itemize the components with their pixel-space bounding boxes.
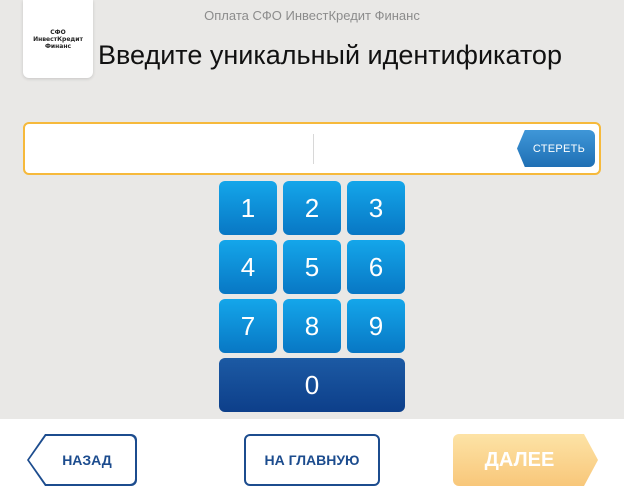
key-5[interactable]: 5 xyxy=(283,240,341,294)
back-button[interactable]: НАЗАД xyxy=(27,434,137,486)
key-7[interactable]: 7 xyxy=(219,299,277,353)
clear-button[interactable]: СТЕРЕТЬ xyxy=(517,130,595,167)
home-button[interactable]: НА ГЛАВНУЮ xyxy=(244,434,380,486)
key-2[interactable]: 2 xyxy=(283,181,341,235)
identifier-input[interactable]: СТЕРЕТЬ xyxy=(23,122,601,175)
text-caret xyxy=(313,134,314,164)
key-0[interactable]: 0 xyxy=(219,358,405,412)
org-title: Оплата СФО ИнвестКредит Финанс xyxy=(204,8,420,23)
key-6[interactable]: 6 xyxy=(347,240,405,294)
back-button-label: НАЗАД xyxy=(29,436,135,484)
page-title: Введите уникальный идентификатор xyxy=(98,40,562,70)
bottom-navigation: НАЗАД НА ГЛАВНУЮ ДАЛЕЕ xyxy=(0,419,624,499)
numeric-keypad: 1 2 3 4 5 6 7 8 9 0 xyxy=(219,181,405,412)
key-4[interactable]: 4 xyxy=(219,240,277,294)
next-button[interactable]: ДАЛЕЕ xyxy=(453,434,598,486)
key-8[interactable]: 8 xyxy=(283,299,341,353)
key-9[interactable]: 9 xyxy=(347,299,405,353)
logo-text: СФО ИнвестКредит Финанс xyxy=(33,28,83,50)
key-3[interactable]: 3 xyxy=(347,181,405,235)
key-1[interactable]: 1 xyxy=(219,181,277,235)
